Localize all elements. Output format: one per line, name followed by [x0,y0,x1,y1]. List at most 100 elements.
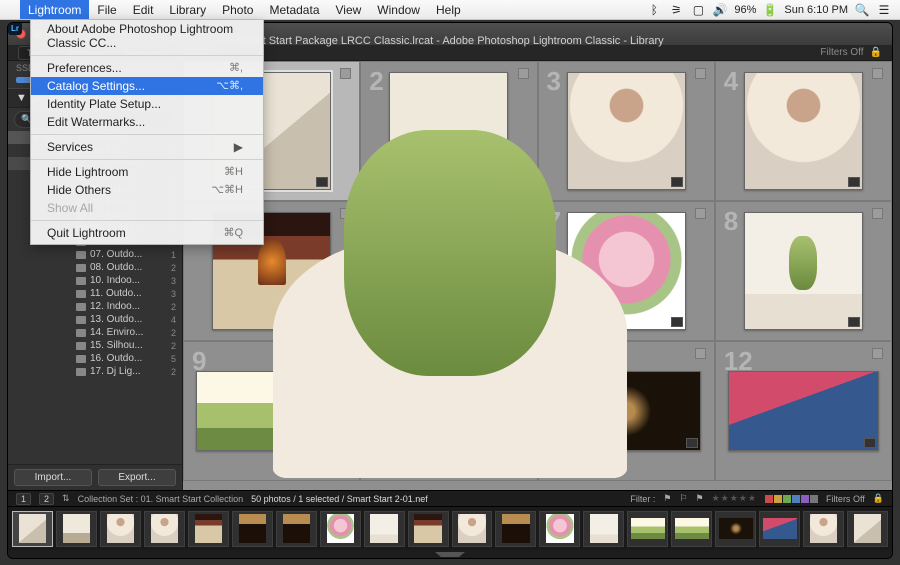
flag-unflagged-icon[interactable]: ⚐ [679,493,687,504]
mac-status-area: ᛒ ⚞ ▢ 🔊 96% 🔋 Sun 6:10 PM 🔍 ☰ [646,3,900,17]
filmstrip-thumbnail[interactable] [583,511,624,547]
menubar-help[interactable]: Help [428,0,469,19]
filter-label: Filter : [630,494,655,504]
menu-services[interactable]: Services▶ [31,138,263,156]
menu-hide-others[interactable]: Hide Others⌥⌘H [31,181,263,199]
mac-menu-bar: Lightroom File Edit Library Photo Metada… [0,0,900,20]
thumbnail-badge-icon [316,177,328,187]
breadcrumb[interactable]: Collection Set : 01. Smart Start Collect… [78,494,244,504]
filmstrip-thumbnail[interactable] [495,511,536,547]
volume-icon[interactable]: 🔊 [712,3,728,17]
grid-cell[interactable]: 8 [715,201,892,341]
lock-icon[interactable]: 🔒 [870,47,882,58]
flag-toggle[interactable] [695,208,706,219]
flag-toggle[interactable] [340,68,351,79]
spotlight-icon[interactable]: 🔍 [854,3,870,17]
clock[interactable]: Sun 6:10 PM [784,4,848,16]
collection-item[interactable]: 07. Outdo...1 [8,248,182,261]
flag-toggle[interactable] [518,68,529,79]
filmstrip-thumbnail[interactable] [803,511,844,547]
thumbnail[interactable] [744,212,863,331]
rating-filter[interactable]: ★★★★★ [712,493,757,504]
menubar-edit[interactable]: Edit [125,0,162,19]
filmstrip-thumbnail[interactable] [715,511,756,547]
flag-rejected-icon[interactable]: ⚑ [696,493,704,504]
filters-off[interactable]: Filters Off [826,494,865,504]
chevron-right-icon: ▶ [234,140,243,154]
grid-cell[interactable]: 12 [715,341,892,481]
wifi-icon[interactable]: ⚞ [668,3,684,17]
flag-toggle[interactable] [872,208,883,219]
flag-toggle[interactable] [872,68,883,79]
import-button[interactable]: Import... [14,469,92,486]
collection-item[interactable]: 11. Outdo...3 [8,287,182,300]
filmstrip-thumbnail[interactable] [276,511,317,547]
volume-percentage: 96% [734,4,756,16]
window-close-button[interactable] [16,29,26,39]
menubar-window[interactable]: Window [369,0,428,19]
export-button[interactable]: Export... [98,469,176,486]
flag-picked-icon[interactable]: ⚑ [663,493,671,504]
collection-item[interactable]: 08. Outdo...2 [8,261,182,274]
color-label-filter[interactable] [765,495,818,503]
menu-quit[interactable]: Quit Lightroom⌘Q [31,224,263,242]
filmstrip[interactable] [8,506,892,550]
menu-about[interactable]: About Adobe Photoshop Lightroom Classic … [31,20,263,52]
lock-icon[interactable]: 🔒 [873,493,884,504]
menu-hide-lightroom[interactable]: Hide Lightroom⌘H [31,163,263,181]
bluetooth-icon[interactable]: ᛒ [646,3,662,17]
filmstrip-thumbnail[interactable] [671,511,712,547]
collection-item[interactable]: 14. Enviro...2 [8,326,182,339]
thumbnail[interactable] [744,72,863,191]
collection-item[interactable]: 15. Silhou...2 [8,339,182,352]
menubar-view[interactable]: View [328,0,370,19]
thumbnail-badge-icon [671,317,683,327]
filmstrip-collapse-handle[interactable] [8,550,892,558]
menubar-file[interactable]: File [89,0,124,19]
collection-item[interactable]: 17. Dj Lig...2 [8,365,182,378]
collection-item[interactable]: 13. Outdo...4 [8,313,182,326]
thumbnail[interactable] [567,72,686,191]
filmstrip-thumbnail[interactable] [364,511,405,547]
thumbnail[interactable] [728,371,879,451]
filmstrip-thumbnail[interactable] [452,511,493,547]
flag-toggle[interactable] [872,348,883,359]
menu-identity-plate[interactable]: Identity Plate Setup... [31,95,263,113]
menubar-photo[interactable]: Photo [214,0,261,19]
collection-item[interactable]: 12. Indoo...2 [8,300,182,313]
filmstrip-thumbnail[interactable] [188,511,229,547]
filmstrip-thumbnail[interactable] [232,511,273,547]
menubar-metadata[interactable]: Metadata [261,0,327,19]
filmstrip-thumbnail[interactable] [100,511,141,547]
airplay-icon[interactable]: ▢ [690,3,706,17]
menu-preferences[interactable]: Preferences...⌘, [31,59,263,77]
grid-cell[interactable]: 3 [538,61,715,201]
menubar-lightroom[interactable]: Lightroom [20,0,89,19]
grid-cell[interactable]: 4 [715,61,892,201]
filmstrip-thumbnail[interactable] [320,511,361,547]
toolbar: 1 2 ⇅ Collection Set : 01. Smart Start C… [8,490,892,506]
menu-edit-watermarks[interactable]: Edit Watermarks... [31,113,263,131]
flag-toggle[interactable] [695,348,706,359]
filmstrip-thumbnail[interactable] [627,511,668,547]
grid-size-2[interactable]: 2 [39,493,54,505]
sort-icon[interactable]: ⇅ [62,493,70,504]
cell-index: 8 [724,206,738,237]
filters-off-label[interactable]: Filters Off [820,47,863,58]
collection-item[interactable]: 16. Outdo...5 [8,352,182,365]
filmstrip-thumbnail[interactable] [408,511,449,547]
notification-center-icon[interactable]: ☰ [876,3,892,17]
filmstrip-thumbnail[interactable] [12,511,53,547]
collection-item[interactable]: 10. Indoo...3 [8,274,182,287]
filmstrip-thumbnail[interactable] [539,511,580,547]
cell-index: 2 [369,66,383,97]
filmstrip-thumbnail[interactable] [759,511,800,547]
grid-size-1[interactable]: 1 [16,493,31,505]
filmstrip-thumbnail[interactable] [56,511,97,547]
flag-toggle[interactable] [695,68,706,79]
menubar-library[interactable]: Library [161,0,214,19]
filmstrip-thumbnail[interactable] [847,511,888,547]
battery-icon[interactable]: 🔋 [762,3,778,17]
filmstrip-thumbnail[interactable] [144,511,185,547]
menu-catalog-settings[interactable]: Catalog Settings...⌥⌘, [31,77,263,95]
